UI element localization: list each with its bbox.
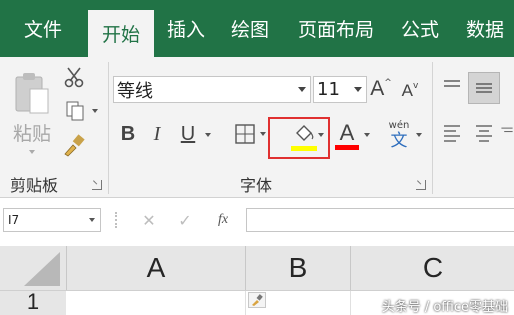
tab-insert[interactable]: 插入	[156, 0, 216, 57]
confirm-formula-button[interactable]: ✓	[170, 208, 200, 232]
copy-icon	[66, 101, 84, 121]
bold-button[interactable]: B	[116, 120, 140, 148]
borders-button[interactable]	[230, 120, 270, 148]
formula-bar-grip[interactable]	[115, 212, 119, 228]
align-top-icon	[444, 80, 460, 87]
cut-button[interactable]	[60, 64, 88, 90]
column-header-a[interactable]: A	[66, 246, 245, 290]
fill-color-dropdown[interactable]	[316, 130, 326, 140]
tab-formulas[interactable]: 公式	[390, 0, 450, 57]
format-painter-button[interactable]	[60, 132, 88, 160]
font-launcher-icon[interactable]	[416, 180, 426, 190]
tab-draw[interactable]: 绘图	[220, 0, 280, 57]
insert-function-button[interactable]: fx	[206, 208, 240, 232]
copy-button[interactable]	[60, 98, 102, 124]
gridline	[245, 291, 246, 315]
font-name-value: 等线	[117, 80, 153, 102]
align-right-button[interactable]	[500, 118, 514, 148]
caret-up-icon: ^	[384, 78, 392, 88]
watermark: 头条号 / office零基础	[381, 300, 508, 315]
name-box-value: I7	[8, 213, 20, 227]
grow-font-icon: A	[370, 77, 385, 100]
borders-icon	[235, 124, 255, 144]
group-divider	[432, 62, 433, 194]
paste-label: 粘贴	[12, 122, 51, 145]
cancel-formula-button[interactable]: ✕	[134, 208, 164, 232]
underline-dropdown[interactable]	[202, 130, 214, 140]
chevron-down-icon	[260, 132, 266, 136]
chevron-down-icon	[89, 218, 95, 222]
column-header-b[interactable]: B	[245, 246, 350, 290]
formula-input[interactable]	[246, 208, 514, 232]
tab-home[interactable]: 开始	[88, 10, 154, 57]
chevron-down-icon	[29, 149, 35, 154]
align-left-button[interactable]	[438, 118, 466, 148]
shrink-font-icon: A	[401, 81, 413, 100]
chevron-down-icon	[416, 133, 422, 137]
paste-icon	[15, 72, 49, 113]
font-color-swatch	[335, 144, 359, 150]
chevron-down-icon	[364, 133, 370, 137]
font-color-letter: A	[339, 119, 355, 145]
check-icon: ✓	[178, 210, 192, 230]
chevron-down-icon	[92, 109, 98, 113]
chevron-down-icon	[205, 133, 211, 137]
column-header-c[interactable]: C	[350, 246, 514, 290]
paste-options-button[interactable]	[248, 292, 266, 308]
paintbrush-icon	[64, 134, 85, 157]
font-size-value: 11	[317, 79, 340, 100]
font-size-combo[interactable]: 11	[313, 76, 367, 103]
gridline	[350, 291, 351, 315]
tab-data[interactable]: 数据	[456, 0, 514, 57]
tab-page-layout[interactable]: 页面布局	[288, 0, 384, 57]
tab-file[interactable]: 文件	[14, 0, 72, 57]
align-center-button[interactable]	[470, 118, 498, 148]
ribbon-tab-bar: 文件 开始 插入 绘图 页面布局 公式 数据	[0, 0, 514, 57]
phonetic-guide-button[interactable]: wén 文	[386, 118, 412, 152]
paintbrush-icon	[252, 294, 263, 306]
clipboard-launcher-icon[interactable]	[92, 180, 102, 190]
italic-button[interactable]: I	[146, 120, 168, 148]
clipboard-group-label: 剪贴板	[10, 176, 59, 195]
align-top-button[interactable]	[438, 72, 466, 102]
caret-down-icon: v	[413, 81, 419, 91]
increase-font-size-button[interactable]: A ^	[369, 74, 393, 104]
align-right-icon	[501, 127, 513, 133]
chevron-down-icon	[354, 87, 362, 92]
align-middle-icon	[476, 83, 492, 93]
phonetic-pinyin: wén	[388, 119, 410, 131]
paint-bucket-icon	[296, 125, 314, 141]
font-color-dropdown[interactable]	[362, 130, 372, 140]
select-all-button[interactable]	[0, 246, 66, 290]
font-name-combo[interactable]: 等线	[113, 76, 311, 103]
name-box[interactable]: I7	[3, 208, 101, 232]
group-divider	[108, 62, 109, 194]
phonetic-dropdown[interactable]	[414, 130, 424, 140]
close-icon: ✕	[142, 210, 156, 230]
align-left-icon	[444, 125, 460, 142]
phonetic-char: 文	[390, 130, 408, 151]
align-middle-button[interactable]	[468, 72, 500, 104]
chevron-down-icon	[298, 87, 306, 92]
font-group-label: 字体	[240, 176, 273, 195]
scissors-icon	[64, 67, 84, 88]
fill-color-swatch	[291, 146, 317, 151]
font-color-button[interactable]: A	[334, 118, 360, 152]
align-center-icon	[476, 125, 492, 142]
select-all-triangle-icon	[24, 252, 60, 286]
underline-button[interactable]: U	[176, 120, 200, 148]
row-header-1[interactable]: 1	[0, 289, 67, 315]
decrease-font-size-button[interactable]: A v	[398, 76, 422, 106]
chevron-down-icon	[318, 133, 324, 137]
paste-button[interactable]: 粘贴	[6, 66, 58, 158]
